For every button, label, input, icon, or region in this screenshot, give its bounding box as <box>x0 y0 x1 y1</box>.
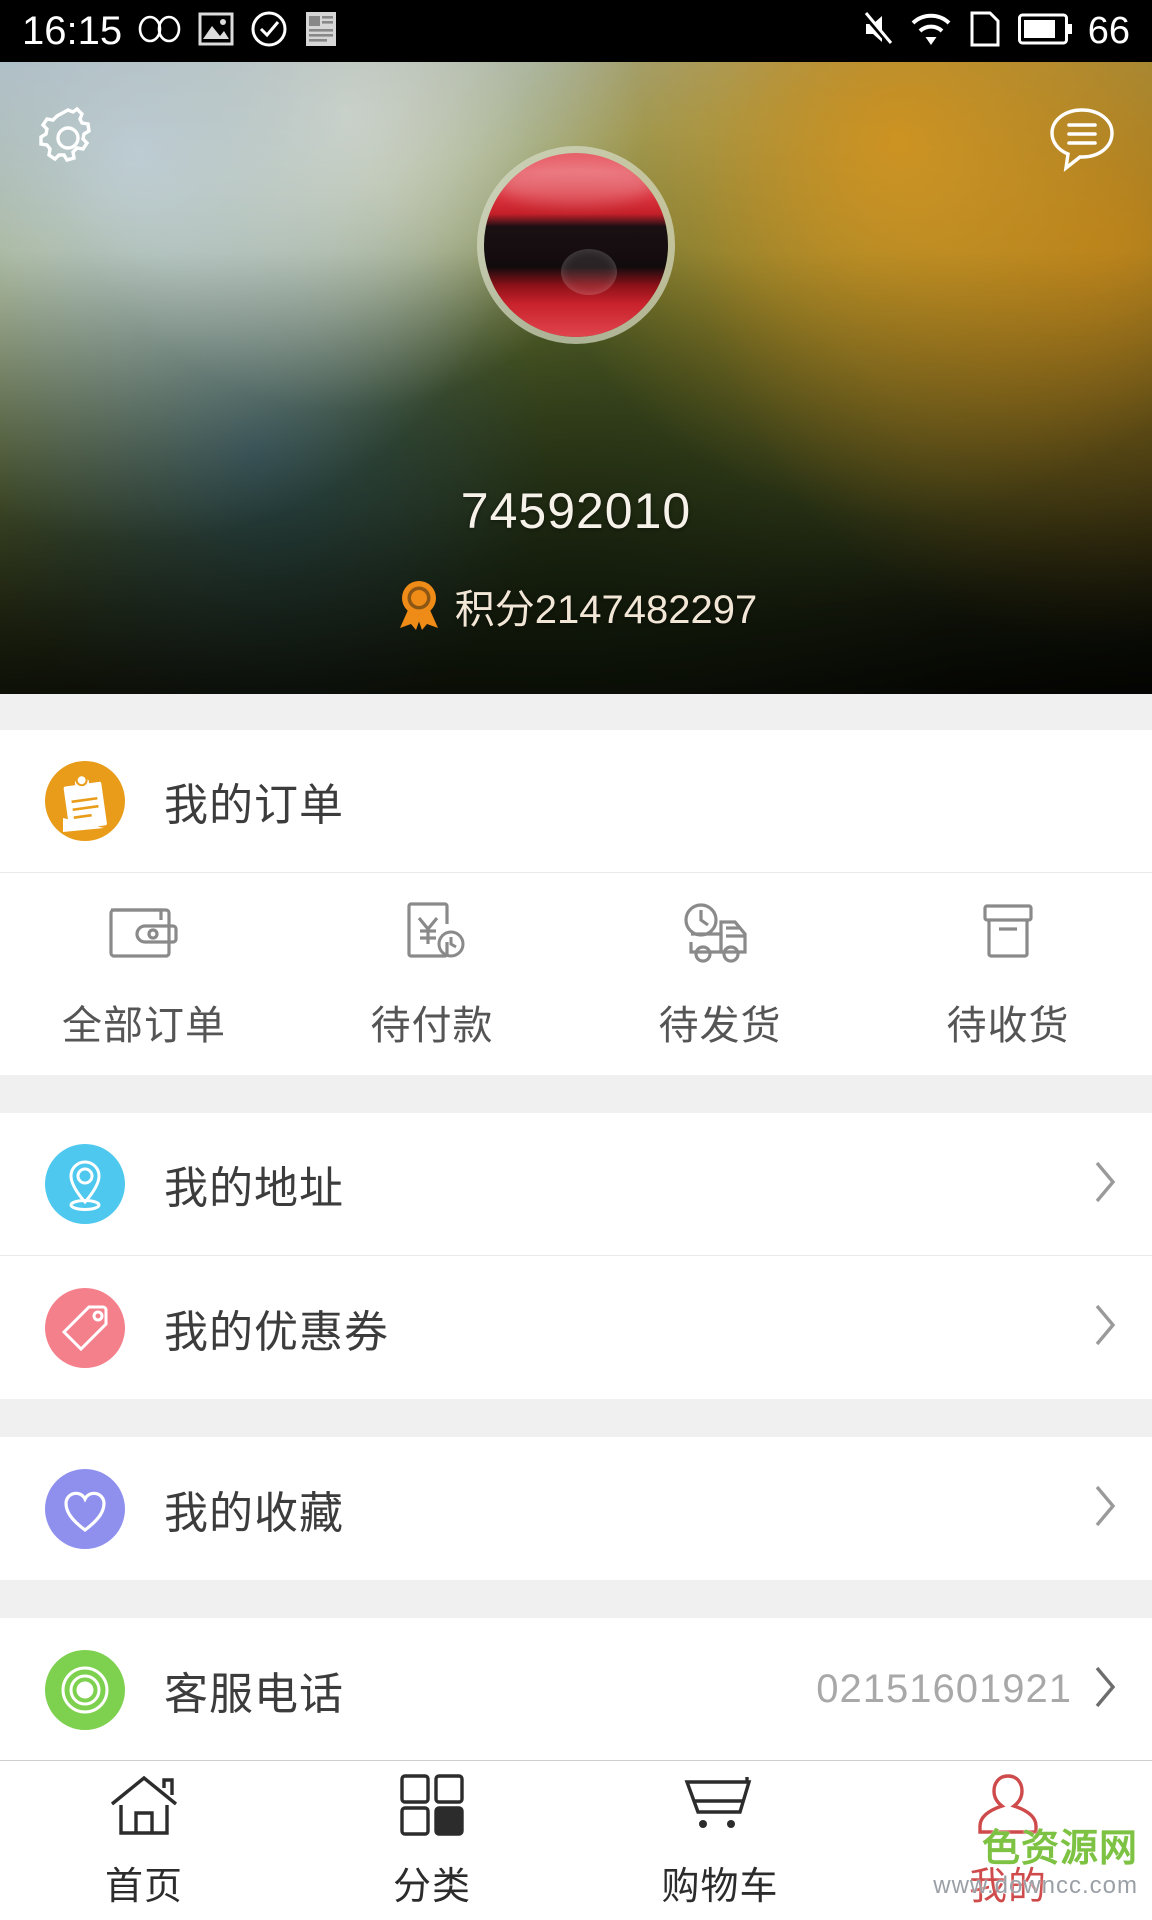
grid-icon <box>398 1772 466 1843</box>
profile-header: 74592010 积分2147482297 <box>0 62 1152 694</box>
photo-icon <box>198 11 234 52</box>
chevron-right-icon <box>1092 1482 1118 1535</box>
nav-item-cart[interactable]: 购物车 <box>576 1772 864 1910</box>
menu-item-coupons[interactable]: 我的优惠券 <box>0 1256 1152 1399</box>
coupon-tag-icon <box>44 1287 126 1369</box>
nav-item-category[interactable]: 分类 <box>288 1772 576 1910</box>
service-phone-value: 02151601921 <box>816 1667 1072 1711</box>
headset-icon <box>44 1649 126 1731</box>
order-tab-label: 待付款 <box>370 1003 494 1048</box>
menu-item-label: 客服电话 <box>164 1669 344 1719</box>
username: 74592010 <box>460 483 692 539</box>
message-icon <box>1050 108 1114 172</box>
menu-item-right <box>1092 1482 1118 1535</box>
order-tab-label: 待发货 <box>658 1003 782 1048</box>
clipboard-icon <box>44 760 126 842</box>
chevron-right-icon <box>1092 1158 1118 1211</box>
orders-card: 我的订单 全部订单 待付款 待发货 待收货 <box>0 730 1152 1075</box>
nav-item-label: 我的 <box>968 1865 1047 1908</box>
battery-percent: 66 <box>1087 9 1130 52</box>
status-bar-left: 16:15 <box>22 9 338 54</box>
status-time: 16:15 <box>22 8 123 53</box>
points-row: 积分2147482297 <box>0 577 1152 635</box>
menu-group-2: 我的收藏 <box>0 1437 1152 1580</box>
menu-item-service-phone[interactable]: 客服电话 02151601921 <box>0 1618 1152 1761</box>
location-pin-icon <box>44 1143 126 1225</box>
nav-item-profile[interactable]: 我的 <box>864 1772 1152 1910</box>
home-icon <box>108 1772 180 1843</box>
battery-icon <box>1017 13 1072 50</box>
app-root: 16:15 66 74592010 积分2147482297 我的订单 全部订单… <box>0 0 1152 1920</box>
nav-item-home[interactable]: 首页 <box>0 1772 288 1910</box>
gear-icon <box>39 106 91 162</box>
menu-item-favorites[interactable]: 我的收藏 <box>0 1437 1152 1580</box>
heart-icon <box>44 1468 126 1550</box>
section-gap-3 <box>0 1399 1152 1437</box>
order-tab-unpaid[interactable]: 待付款 <box>288 898 576 1051</box>
nav-item-label: 分类 <box>392 1865 471 1908</box>
status-bar-right: 66 <box>860 10 1130 53</box>
order-tab-label: 待收货 <box>946 1003 1070 1048</box>
news-icon <box>304 10 338 53</box>
wallet-icon <box>105 898 183 973</box>
mute-icon <box>860 10 894 53</box>
order-tab-all[interactable]: 全部订单 <box>0 898 288 1051</box>
wifi-icon <box>910 11 952 52</box>
order-status-tabs: 全部订单 待付款 待发货 待收货 <box>0 873 1152 1075</box>
menu-item-right <box>1092 1158 1118 1211</box>
menu-item-right: 02151601921 <box>816 1663 1118 1716</box>
menu-group-3: 客服电话 02151601921 <box>0 1618 1152 1761</box>
menu-group-1: 我的地址 我的优惠券 <box>0 1113 1152 1399</box>
avatar[interactable] <box>477 146 675 344</box>
nav-item-label: 购物车 <box>661 1865 779 1908</box>
order-tab-unshipped[interactable]: 待发货 <box>576 898 864 1051</box>
chevron-right-icon <box>1092 1663 1118 1716</box>
section-gap-1 <box>0 694 1152 730</box>
yen-clock-icon <box>393 898 471 973</box>
infinity-icon <box>138 14 182 49</box>
my-orders-row[interactable]: 我的订单 <box>0 730 1152 873</box>
bottom-navigation: 首页 分类 购物车 我的 <box>0 1760 1152 1920</box>
menu-item-right <box>1092 1301 1118 1354</box>
chevron-right-icon <box>1092 1301 1118 1354</box>
section-gap-2 <box>0 1075 1152 1113</box>
menu-item-label: 我的地址 <box>164 1164 344 1213</box>
person-icon <box>973 1772 1043 1843</box>
my-orders-label: 我的订单 <box>164 781 344 830</box>
nav-item-label: 首页 <box>104 1865 183 1908</box>
check-circle-icon <box>250 10 288 53</box>
avatar-image <box>484 153 668 337</box>
menu-item-label: 我的优惠券 <box>164 1307 389 1357</box>
points-label: 积分2147482297 <box>454 588 758 632</box>
sim-card-icon <box>968 10 1002 53</box>
truck-clock-icon <box>679 898 761 973</box>
menu-item-address[interactable]: 我的地址 <box>0 1113 1152 1256</box>
order-tab-label: 全部订单 <box>62 1003 226 1048</box>
message-button[interactable] <box>1044 100 1120 176</box>
settings-button[interactable] <box>30 100 106 176</box>
medal-icon <box>395 578 443 635</box>
cart-icon <box>681 1772 759 1843</box>
order-tab-unreceived[interactable]: 待收货 <box>864 898 1152 1051</box>
package-box-icon <box>969 898 1047 973</box>
status-bar: 16:15 66 <box>0 0 1152 62</box>
section-gap-4 <box>0 1580 1152 1618</box>
menu-item-label: 我的收藏 <box>164 1488 344 1538</box>
